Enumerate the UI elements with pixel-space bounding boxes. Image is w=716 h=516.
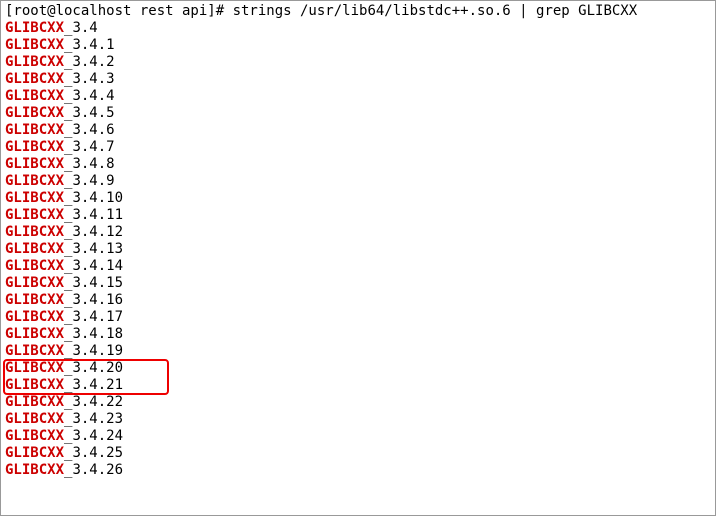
version-suffix: _3.4.16: [64, 292, 123, 308]
version-suffix: _3.4.17: [64, 309, 123, 325]
output-line: GLIBCXX_3.4.14: [5, 258, 711, 275]
grep-match: GLIBCXX: [5, 275, 64, 291]
grep-match: GLIBCXX: [5, 241, 64, 257]
grep-match: GLIBCXX: [5, 360, 64, 376]
version-suffix: _3.4.8: [64, 156, 115, 172]
grep-match: GLIBCXX: [5, 156, 64, 172]
version-suffix: _3.4.5: [64, 105, 115, 121]
output-line: GLIBCXX_3.4.10: [5, 190, 711, 207]
grep-match: GLIBCXX: [5, 428, 64, 444]
grep-match: GLIBCXX: [5, 326, 64, 342]
output-line: GLIBCXX_3.4.1: [5, 37, 711, 54]
output-line: GLIBCXX_3.4: [5, 20, 711, 37]
version-suffix: _3.4.3: [64, 71, 115, 87]
output-line: GLIBCXX_3.4.18: [5, 326, 711, 343]
version-suffix: _3.4.12: [64, 224, 123, 240]
grep-match: GLIBCXX: [5, 462, 64, 478]
version-suffix: _3.4.22: [64, 394, 123, 410]
command-prompt-line: [root@localhost rest api]# strings /usr/…: [5, 3, 711, 20]
version-suffix: _3.4.9: [64, 173, 115, 189]
grep-match: GLIBCXX: [5, 20, 64, 36]
output-line: GLIBCXX_3.4.25: [5, 445, 711, 462]
shell-command: strings /usr/lib64/libstdc++.so.6 | grep…: [233, 3, 638, 19]
output-line: GLIBCXX_3.4.7: [5, 139, 711, 156]
grep-match: GLIBCXX: [5, 292, 64, 308]
output-line: GLIBCXX_3.4.6: [5, 122, 711, 139]
grep-match: GLIBCXX: [5, 88, 64, 104]
version-suffix: _3.4.20: [64, 360, 123, 376]
grep-match: GLIBCXX: [5, 377, 64, 393]
grep-match: GLIBCXX: [5, 343, 64, 359]
grep-match: GLIBCXX: [5, 139, 64, 155]
terminal-output[interactable]: [root@localhost rest api]# strings /usr/…: [1, 1, 715, 481]
grep-match: GLIBCXX: [5, 445, 64, 461]
output-line: GLIBCXX_3.4.4: [5, 88, 711, 105]
output-line: GLIBCXX_3.4.22: [5, 394, 711, 411]
version-suffix: _3.4.13: [64, 241, 123, 257]
version-suffix: _3.4.15: [64, 275, 123, 291]
version-suffix: _3.4.14: [64, 258, 123, 274]
output-line: GLIBCXX_3.4.8: [5, 156, 711, 173]
version-suffix: _3.4.6: [64, 122, 115, 138]
grep-match: GLIBCXX: [5, 173, 64, 189]
grep-match: GLIBCXX: [5, 394, 64, 410]
version-suffix: _3.4: [64, 20, 98, 36]
version-suffix: _3.4.1: [64, 37, 115, 53]
output-line: GLIBCXX_3.4.16: [5, 292, 711, 309]
output-line: GLIBCXX_3.4.3: [5, 71, 711, 88]
output-line: GLIBCXX_3.4.15: [5, 275, 711, 292]
output-lines: GLIBCXX_3.4GLIBCXX_3.4.1GLIBCXX_3.4.2GLI…: [5, 20, 711, 479]
grep-match: GLIBCXX: [5, 54, 64, 70]
version-suffix: _3.4.19: [64, 343, 123, 359]
output-line: GLIBCXX_3.4.21: [5, 377, 711, 394]
version-suffix: _3.4.24: [64, 428, 123, 444]
output-line: GLIBCXX_3.4.24: [5, 428, 711, 445]
output-line: GLIBCXX_3.4.2: [5, 54, 711, 71]
grep-match: GLIBCXX: [5, 411, 64, 427]
output-line: GLIBCXX_3.4.5: [5, 105, 711, 122]
grep-match: GLIBCXX: [5, 207, 64, 223]
version-suffix: _3.4.18: [64, 326, 123, 342]
grep-match: GLIBCXX: [5, 258, 64, 274]
output-line: GLIBCXX_3.4.17: [5, 309, 711, 326]
output-line: GLIBCXX_3.4.12: [5, 224, 711, 241]
grep-match: GLIBCXX: [5, 71, 64, 87]
output-line: GLIBCXX_3.4.20: [5, 360, 711, 377]
output-line: GLIBCXX_3.4.13: [5, 241, 711, 258]
grep-match: GLIBCXX: [5, 309, 64, 325]
output-line: GLIBCXX_3.4.19: [5, 343, 711, 360]
grep-match: GLIBCXX: [5, 190, 64, 206]
grep-match: GLIBCXX: [5, 37, 64, 53]
version-suffix: _3.4.2: [64, 54, 115, 70]
output-line: GLIBCXX_3.4.26: [5, 462, 711, 479]
grep-match: GLIBCXX: [5, 122, 64, 138]
shell-prompt: [root@localhost rest api]#: [5, 3, 233, 19]
output-line: GLIBCXX_3.4.23: [5, 411, 711, 428]
version-suffix: _3.4.26: [64, 462, 123, 478]
output-line: GLIBCXX_3.4.9: [5, 173, 711, 190]
version-suffix: _3.4.25: [64, 445, 123, 461]
version-suffix: _3.4.23: [64, 411, 123, 427]
version-suffix: _3.4.4: [64, 88, 115, 104]
version-suffix: _3.4.7: [64, 139, 115, 155]
grep-match: GLIBCXX: [5, 224, 64, 240]
output-line: GLIBCXX_3.4.11: [5, 207, 711, 224]
version-suffix: _3.4.11: [64, 207, 123, 223]
version-suffix: _3.4.21: [64, 377, 123, 393]
version-suffix: _3.4.10: [64, 190, 123, 206]
grep-match: GLIBCXX: [5, 105, 64, 121]
